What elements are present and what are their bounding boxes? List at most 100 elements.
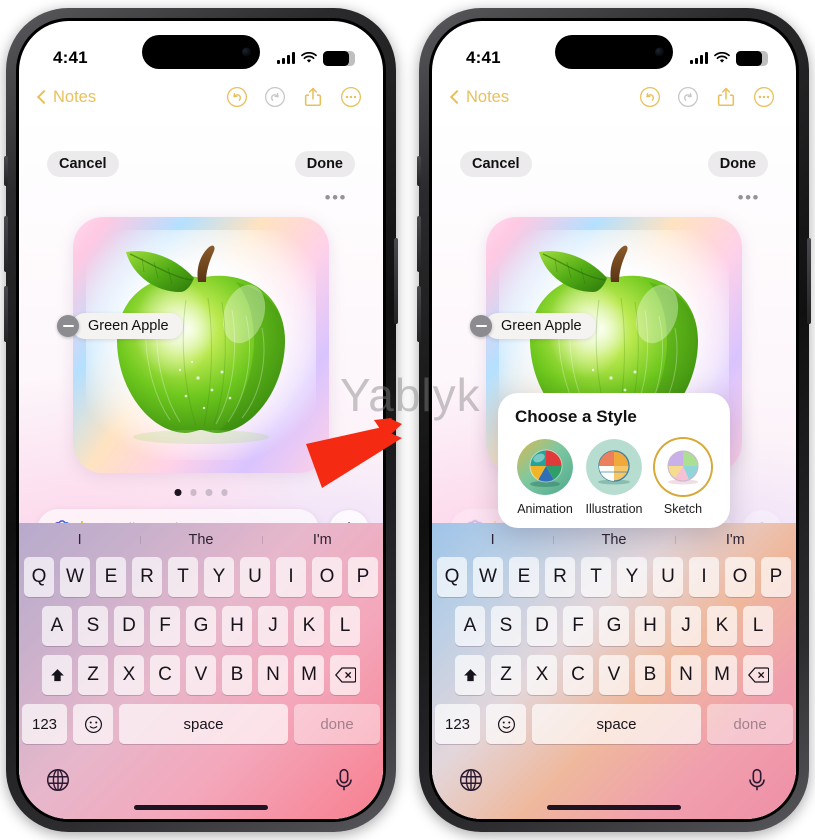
- image-overflow-menu[interactable]: •••: [738, 189, 760, 206]
- globe-icon[interactable]: [45, 767, 71, 793]
- suggestion-item[interactable]: I: [19, 532, 140, 548]
- suggestion-item[interactable]: The: [140, 532, 261, 548]
- space-key[interactable]: space: [119, 704, 288, 744]
- numbers-key[interactable]: 123: [22, 704, 67, 744]
- key-e[interactable]: E: [96, 557, 126, 597]
- share-icon[interactable]: [714, 85, 738, 109]
- page-dots[interactable]: [174, 489, 228, 496]
- redo-icon[interactable]: [263, 85, 287, 109]
- page-dot[interactable]: [174, 489, 181, 496]
- key-q[interactable]: Q: [24, 557, 54, 597]
- key-m[interactable]: M: [294, 655, 324, 695]
- keyboard-done-key[interactable]: done: [707, 704, 793, 744]
- style-option-sketch[interactable]: Sketch: [650, 439, 716, 516]
- key-u[interactable]: U: [653, 557, 683, 597]
- key-x[interactable]: X: [527, 655, 557, 695]
- key-t[interactable]: T: [168, 557, 198, 597]
- more-circle-icon[interactable]: [339, 85, 363, 109]
- volume-up-button[interactable]: [417, 216, 421, 272]
- minus-circle-icon[interactable]: [57, 315, 79, 337]
- microphone-icon[interactable]: [744, 767, 770, 793]
- style-option-illustration[interactable]: Illustration: [581, 439, 647, 516]
- key-v[interactable]: V: [599, 655, 629, 695]
- key-b[interactable]: B: [222, 655, 252, 695]
- volume-up-button[interactable]: [4, 216, 8, 272]
- key-r[interactable]: R: [545, 557, 575, 597]
- key-t[interactable]: T: [581, 557, 611, 597]
- key-j[interactable]: J: [258, 606, 288, 646]
- back-to-notes-button[interactable]: Notes: [449, 88, 509, 107]
- key-s[interactable]: S: [491, 606, 521, 646]
- generated-image-card[interactable]: [73, 217, 329, 473]
- key-n[interactable]: N: [671, 655, 701, 695]
- key-g[interactable]: G: [599, 606, 629, 646]
- backspace-icon[interactable]: [743, 655, 773, 695]
- key-z[interactable]: Z: [491, 655, 521, 695]
- undo-icon[interactable]: [225, 85, 249, 109]
- key-o[interactable]: O: [312, 557, 342, 597]
- numbers-key[interactable]: 123: [435, 704, 480, 744]
- home-indicator[interactable]: [134, 805, 268, 810]
- cancel-button[interactable]: Cancel: [460, 151, 532, 177]
- key-c[interactable]: C: [150, 655, 180, 695]
- key-u[interactable]: U: [240, 557, 270, 597]
- share-icon[interactable]: [301, 85, 325, 109]
- key-r[interactable]: R: [132, 557, 162, 597]
- key-h[interactable]: H: [635, 606, 665, 646]
- key-s[interactable]: S: [78, 606, 108, 646]
- suggestion-item[interactable]: I: [432, 532, 553, 548]
- cancel-button[interactable]: Cancel: [47, 151, 119, 177]
- key-l[interactable]: L: [330, 606, 360, 646]
- backspace-icon[interactable]: [330, 655, 360, 695]
- emoji-icon[interactable]: [486, 704, 526, 744]
- globe-icon[interactable]: [458, 767, 484, 793]
- key-i[interactable]: I: [689, 557, 719, 597]
- microphone-icon[interactable]: [331, 767, 357, 793]
- key-q[interactable]: Q: [437, 557, 467, 597]
- key-l[interactable]: L: [743, 606, 773, 646]
- key-g[interactable]: G: [186, 606, 216, 646]
- page-dot[interactable]: [221, 489, 228, 496]
- minus-circle-icon[interactable]: [470, 315, 492, 337]
- redo-icon[interactable]: [676, 85, 700, 109]
- key-c[interactable]: C: [563, 655, 593, 695]
- key-p[interactable]: P: [348, 557, 378, 597]
- key-y[interactable]: Y: [617, 557, 647, 597]
- volume-down-button[interactable]: [417, 286, 421, 342]
- key-a[interactable]: A: [42, 606, 72, 646]
- silent-switch[interactable]: [4, 156, 8, 186]
- key-v[interactable]: V: [186, 655, 216, 695]
- image-overflow-menu[interactable]: •••: [325, 189, 347, 206]
- power-button[interactable]: [394, 238, 398, 324]
- page-dot[interactable]: [190, 489, 197, 496]
- suggestion-item[interactable]: I'm: [261, 532, 383, 548]
- concept-chip-green-apple[interactable]: Green Apple: [470, 313, 596, 339]
- concept-chip-green-apple[interactable]: Green Apple: [57, 313, 183, 339]
- key-w[interactable]: W: [473, 557, 503, 597]
- key-k[interactable]: K: [707, 606, 737, 646]
- key-m[interactable]: M: [707, 655, 737, 695]
- back-to-notes-button[interactable]: Notes: [36, 88, 96, 107]
- shift-icon[interactable]: [455, 655, 485, 695]
- key-k[interactable]: K: [294, 606, 324, 646]
- key-f[interactable]: F: [563, 606, 593, 646]
- key-h[interactable]: H: [222, 606, 252, 646]
- key-y[interactable]: Y: [204, 557, 234, 597]
- done-button[interactable]: Done: [707, 151, 768, 177]
- home-indicator[interactable]: [547, 805, 681, 810]
- key-b[interactable]: B: [635, 655, 665, 695]
- key-p[interactable]: P: [761, 557, 791, 597]
- suggestion-item[interactable]: I'm: [674, 532, 796, 548]
- more-circle-icon[interactable]: [752, 85, 776, 109]
- shift-icon[interactable]: [42, 655, 72, 695]
- suggestion-item[interactable]: The: [553, 532, 674, 548]
- style-option-animation[interactable]: Animation: [512, 439, 578, 516]
- space-key[interactable]: space: [532, 704, 701, 744]
- key-o[interactable]: O: [725, 557, 755, 597]
- key-n[interactable]: N: [258, 655, 288, 695]
- key-i[interactable]: I: [276, 557, 306, 597]
- key-a[interactable]: A: [455, 606, 485, 646]
- volume-down-button[interactable]: [4, 286, 8, 342]
- key-j[interactable]: J: [671, 606, 701, 646]
- power-button[interactable]: [807, 238, 811, 324]
